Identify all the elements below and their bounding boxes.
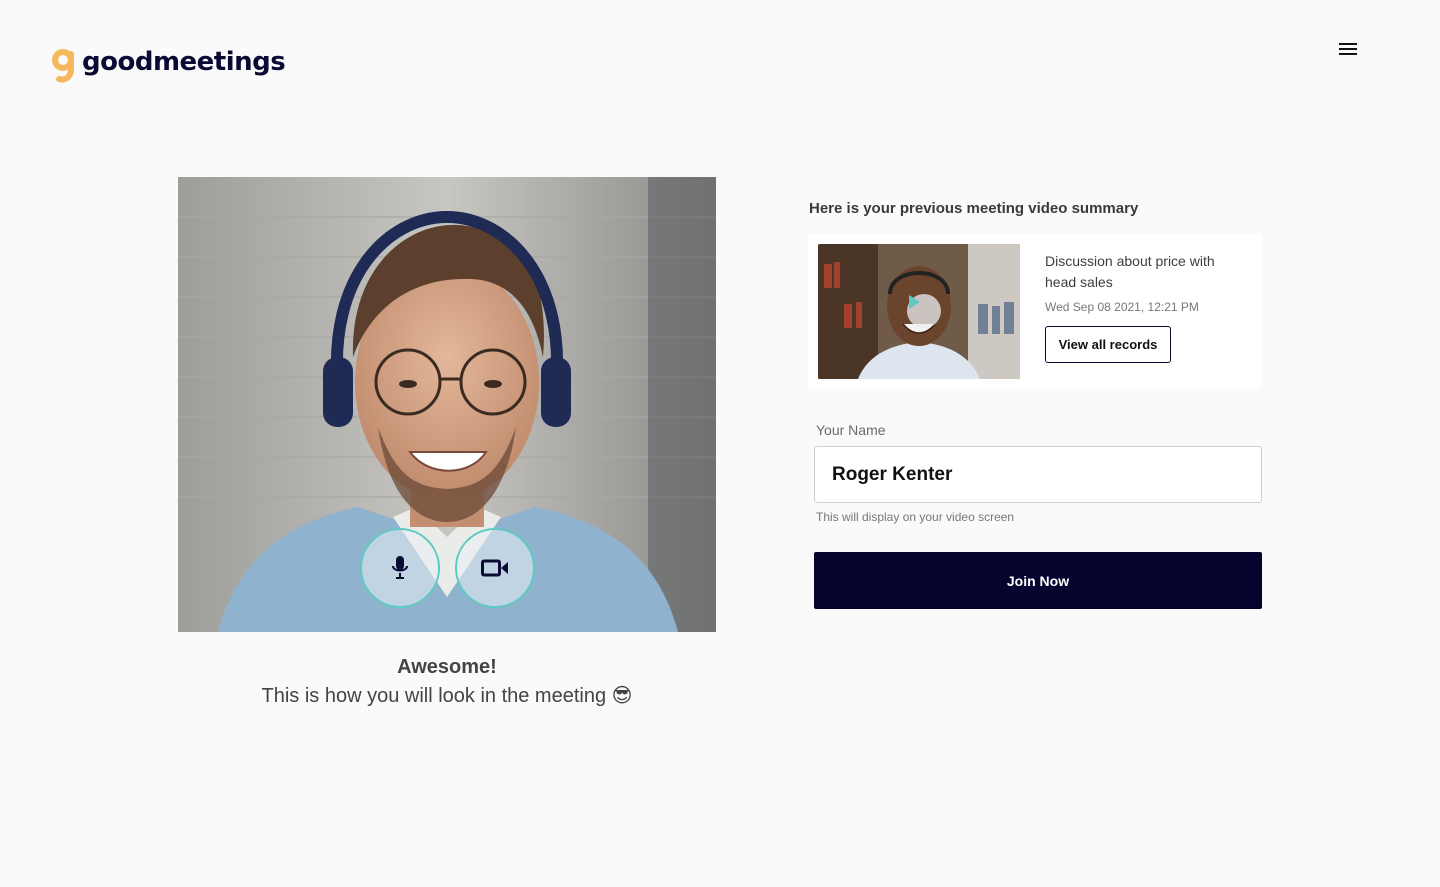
logo-mark-icon [52, 49, 74, 83]
summary-heading: Here is your previous meeting video summ… [809, 200, 1139, 217]
caption-text-line: This is how you will look in the meeting… [178, 679, 716, 712]
preview-caption: Awesome! This is how you will look in th… [178, 655, 716, 712]
self-video-preview [178, 177, 716, 632]
caption-text: This is how you will look in the meeting [261, 685, 607, 707]
name-hint: This will display on your video screen [816, 510, 1015, 524]
play-button[interactable] [907, 294, 941, 328]
brand-logo[interactable]: goodmeetings [50, 42, 286, 84]
microphone-toggle-button[interactable] [360, 528, 440, 608]
record-thumbnail[interactable] [818, 244, 1020, 379]
play-icon [909, 295, 920, 309]
record-title: Discussion about price with head sales [1045, 253, 1215, 290]
brand-name: goodmeetings [82, 47, 286, 77]
meeting-record-card: Discussion about price with head sales W… [808, 234, 1262, 389]
caption-title: Awesome! [397, 656, 497, 678]
name-input[interactable] [814, 446, 1262, 503]
record-date: Wed Sep 08 2021, 12:21 PM [1045, 300, 1199, 314]
name-label: Your Name [816, 422, 886, 438]
microphone-icon [392, 556, 408, 579]
join-now-button[interactable]: Join Now [814, 552, 1262, 609]
camera-toggle-button[interactable] [455, 528, 535, 608]
view-all-records-button[interactable]: View all records [1045, 326, 1171, 363]
sunglasses-emoji-icon: 😎 [611, 683, 633, 707]
video-camera-icon [481, 559, 508, 577]
hamburger-menu-icon[interactable] [1335, 38, 1361, 60]
join-meeting-page: goodmeetings Awesome! This is how you wi… [0, 0, 1440, 887]
self-view-photo [178, 177, 716, 632]
